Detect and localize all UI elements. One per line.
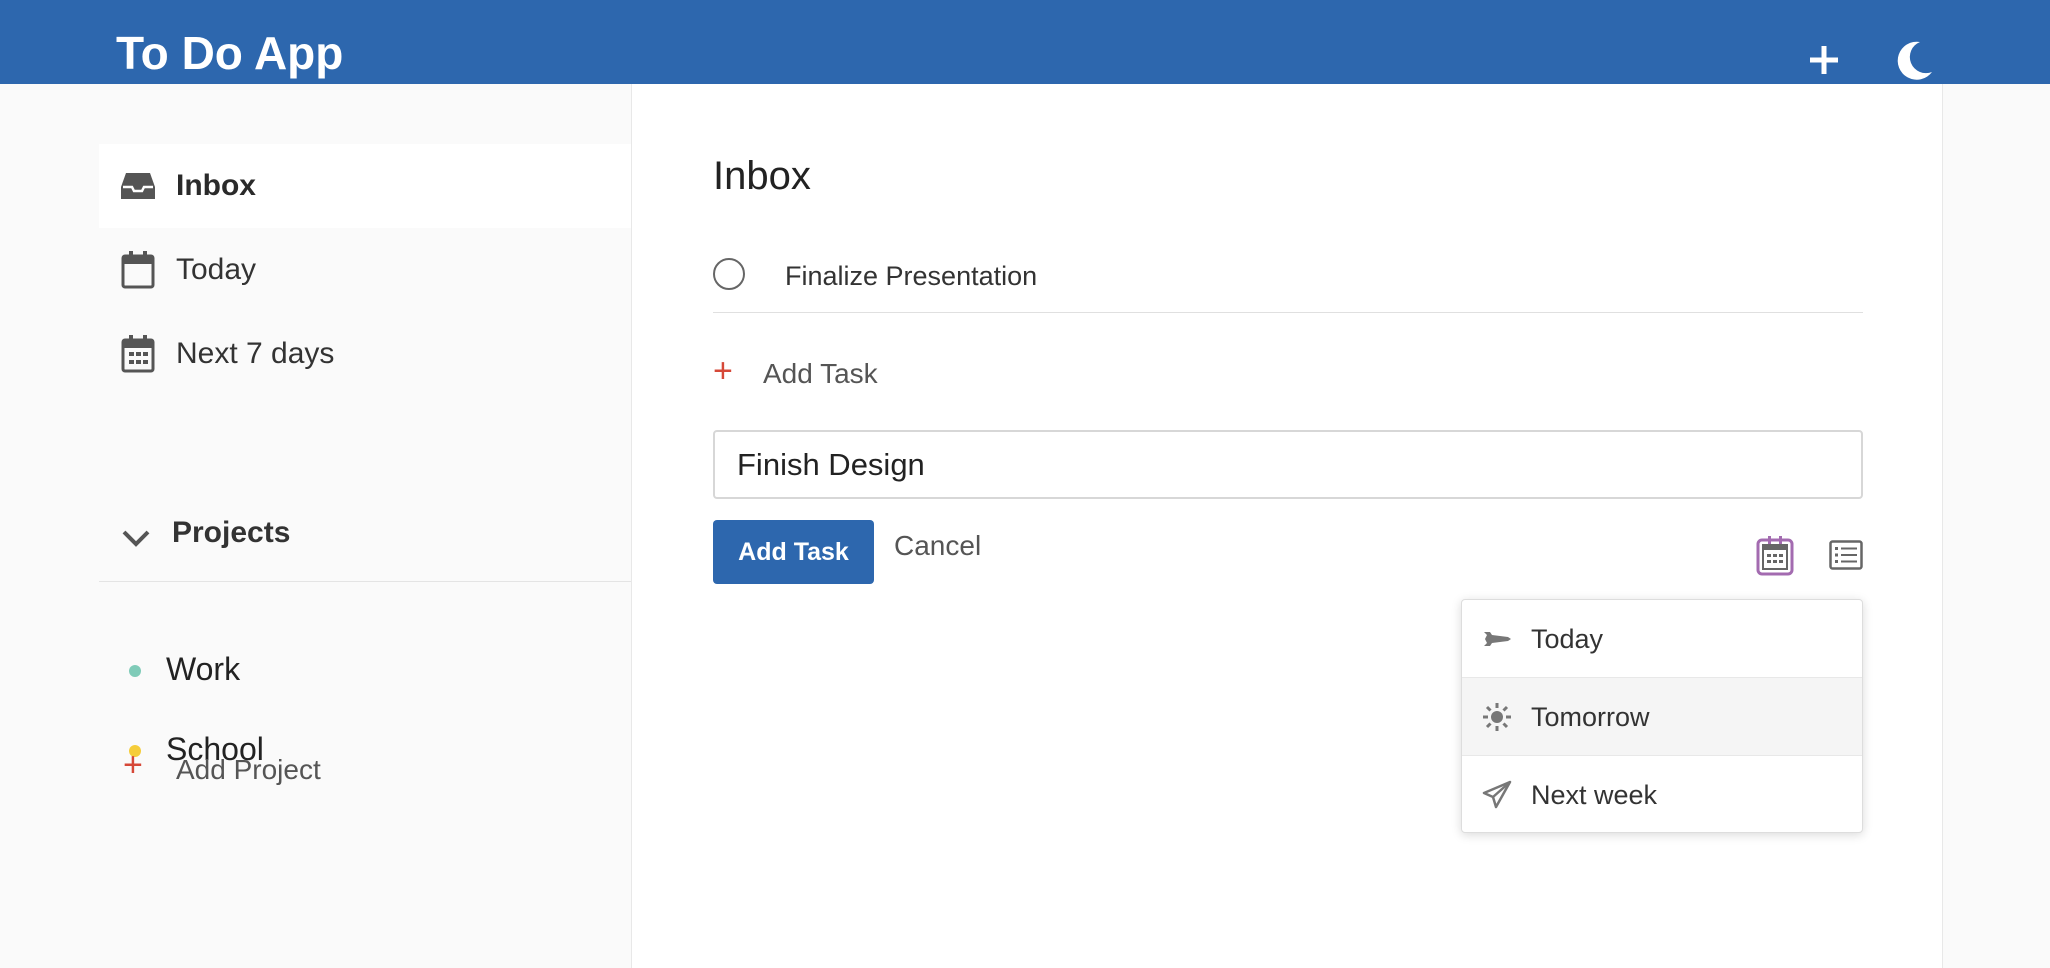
- add-task-link-label: Add Task: [763, 358, 878, 389]
- calendar-icon: [119, 251, 157, 289]
- plus-icon: +: [123, 746, 143, 784]
- sidebar-item-label: Today: [176, 253, 257, 286]
- sun-icon: [1482, 702, 1512, 732]
- project-label: Work: [166, 651, 241, 687]
- menu-item-today[interactable]: Today: [1462, 600, 1862, 678]
- list-icon[interactable]: [1829, 540, 1863, 570]
- sidebar-item-inbox[interactable]: Inbox: [99, 144, 631, 228]
- chevron-down-icon: [119, 522, 153, 556]
- menu-item-label: Today: [1531, 624, 1604, 654]
- menu-item-tomorrow[interactable]: Tomorrow: [1462, 678, 1862, 756]
- projects-label: Projects: [172, 516, 291, 549]
- spaceship-icon: [1482, 624, 1512, 654]
- project-color-dot: [129, 665, 141, 677]
- menu-item-label: Next week: [1531, 780, 1658, 810]
- inbox-icon: [119, 167, 157, 205]
- task-name-input[interactable]: [713, 430, 1863, 499]
- add-task-button[interactable]: Add Task: [713, 520, 874, 584]
- sidebar-item-next-7-days[interactable]: Next 7 days: [99, 312, 631, 396]
- plus-icon: +: [713, 352, 733, 390]
- menu-item-next-week[interactable]: Next week: [1462, 756, 1862, 832]
- add-project-label: Add Project: [176, 754, 321, 785]
- main-panel: Inbox Finalize Presentation + Add Task A…: [631, 84, 1943, 968]
- cancel-button[interactable]: Cancel: [894, 530, 981, 562]
- task-row: Finalize Presentation: [713, 240, 1863, 313]
- projects-toggle[interactable]: Projects: [99, 492, 631, 582]
- app-title: To Do App: [116, 27, 344, 79]
- add-task-link[interactable]: + Add Task: [713, 350, 1013, 398]
- page-title: Inbox: [713, 154, 811, 198]
- due-date-menu: Today Tomorrow Next week: [1461, 599, 1863, 833]
- calendar-grid-icon: [119, 335, 157, 373]
- moon-icon[interactable]: [1890, 36, 1938, 84]
- paper-plane-icon: [1482, 780, 1512, 810]
- app-header: To Do App: [0, 0, 2050, 84]
- sidebar-item-label: Inbox: [176, 169, 256, 202]
- task-complete-checkbox[interactable]: [713, 258, 745, 290]
- plus-icon[interactable]: [1800, 36, 1848, 84]
- project-item-work[interactable]: Work: [99, 635, 631, 705]
- task-text: Finalize Presentation: [785, 261, 1038, 291]
- sidebar-item-label: Next 7 days: [176, 337, 335, 370]
- sidebar: Inbox Today Next 7 days Projects Work Sc…: [0, 84, 632, 968]
- menu-item-label: Tomorrow: [1531, 702, 1650, 732]
- add-project-button[interactable]: + Add Project: [99, 740, 499, 796]
- calendar-icon[interactable]: [1756, 536, 1794, 576]
- sidebar-item-today[interactable]: Today: [99, 228, 631, 312]
